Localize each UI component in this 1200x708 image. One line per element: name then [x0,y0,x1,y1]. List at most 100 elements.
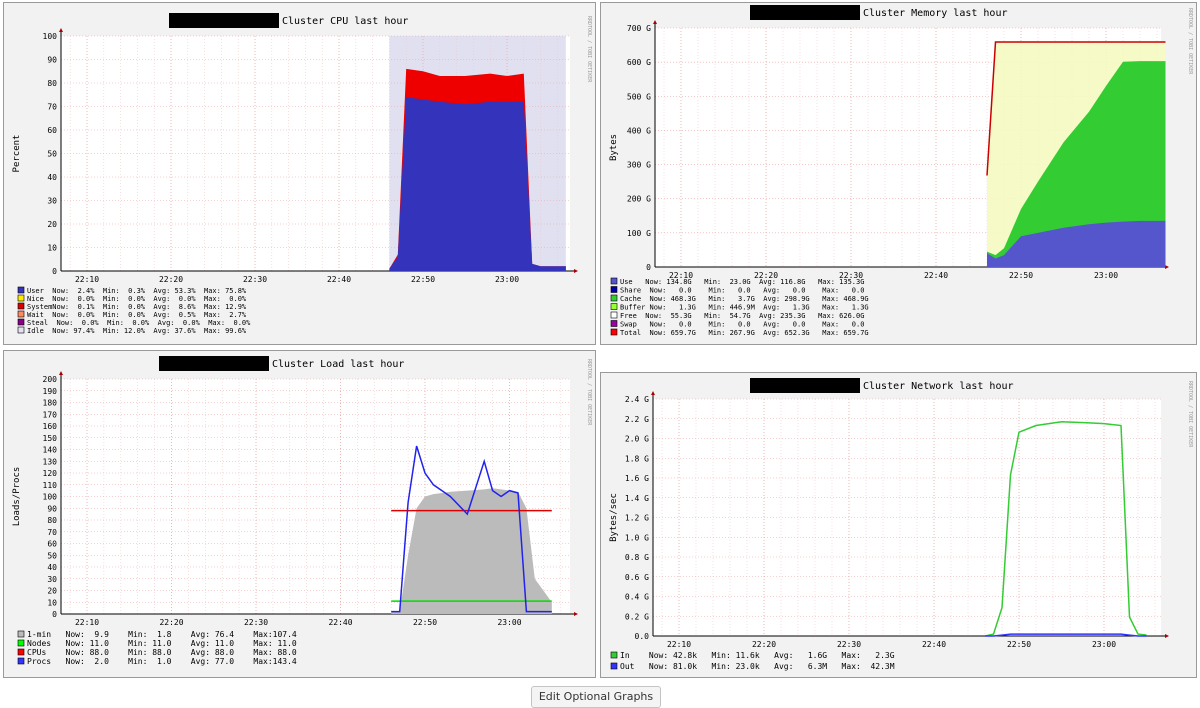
y-tick-label: 1.6 G [625,474,649,483]
legend-swatch [610,294,618,302]
x-tick-label: 22:30 [837,640,861,649]
y-tick-label: 60 [47,540,57,549]
legend-row: In Now: 42.8k Min: 11.6k Avg: 1.6G Max: … [620,651,895,660]
y-tick-label: 20 [47,587,57,596]
legend-row: Procs Now: 2.0 Min: 1.0 Avg: 77.0 Max:14… [27,657,297,666]
y-tick-label: 120 [43,469,58,478]
legend-row: Wait Now: 0.0% Min: 0.0% Avg: 0.5% Max: … [27,311,247,319]
x-tick-label: 22:20 [159,618,183,627]
network-graph-panel: Cluster Network last hour RRDTOOL / TOBI … [600,372,1197,678]
legend-swatch [17,326,25,334]
y-axis-arrow [651,391,655,395]
y-tick-label: 0.8 G [625,553,649,562]
y-tick-label: 90 [47,56,57,65]
x-tick-label: 22:50 [1009,271,1033,280]
y-tick-label: 190 [43,387,58,396]
y-tick-label: 300 G [627,161,651,170]
cpu-graph: Cluster CPU last hour RRDTOOL / TOBI OETI… [12,13,592,335]
y-tick-label: 0 [52,267,57,276]
legend-row: Share Now: 0.0 Min: 0.0 Avg: 0.0 Max: 0.… [620,287,864,295]
x-tick-label: 23:00 [1092,640,1116,649]
y-tick-label: 70 [47,103,57,112]
x-tick-label: 23:00 [1094,271,1118,280]
y-tick-label: 180 [43,399,58,408]
legend-swatch [17,318,25,326]
load-graph-panel: Cluster Load last hour RRDTOOL / TOBI OET… [3,350,596,678]
y-tick-label: 20 [47,220,57,229]
legend-row: Swap Now: 0.0 Min: 0.0 Avg: 0.0 Max: 0.0 [620,321,864,329]
redacted-box [169,13,279,28]
x-axis-arrow [1165,265,1169,269]
x-axis-arrow [1165,634,1169,638]
x-tick-label: 22:40 [327,275,351,284]
y-tick-label: 100 [43,493,58,502]
x-tick-label: 22:40 [328,618,352,627]
legend-row: Buffer Now: 1.3G Min: 446.9M Avg: 1.3G M… [620,304,869,312]
y-tick-label: 50 [47,150,57,159]
y-tick-label: 2.0 G [625,435,649,444]
y-tick-label: 0.2 G [625,612,649,621]
legend-swatch [17,630,25,638]
legend-swatch [610,286,618,293]
memory-graph-panel: Cluster Memory last hour RRDTOOL / TOBI O… [600,2,1197,345]
y-tick-label: 500 G [627,92,651,101]
x-tick-label: 22:50 [413,618,437,627]
legend-row: SystemNow: 0.1% Min: 0.0% Avg: 8.6% Max:… [27,303,247,311]
y-tick-label: 200 G [627,195,651,204]
legend-swatch [610,311,618,319]
redacted-box [159,356,269,371]
y-tick-label: 1.2 G [625,514,649,523]
x-tick-label: 22:10 [75,618,99,627]
y-tick-label: 80 [47,516,57,525]
legend-row: Total Now: 659.7G Min: 267.9G Avg: 652.3… [620,329,869,337]
legend-swatch [17,648,25,656]
x-tick-label: 22:20 [752,640,776,649]
legend-swatch [610,651,618,659]
y-tick-label: 170 [43,410,58,419]
legend-row: User Now: 2.4% Min: 0.3% Avg: 53.3% Max:… [27,287,247,295]
y-tick-label: 2.2 G [625,415,649,424]
memory-graph: Cluster Memory last hour RRDTOOL / TOBI O… [609,5,1193,337]
rrdtool-watermark: RRDTOOL / TOBI OETIKER [586,359,592,426]
y-tick-label: 160 [43,422,58,431]
load-graph: Cluster Load last hour RRDTOOL / TOBI OET… [12,356,592,666]
y-tick-label: 90 [47,504,57,513]
graph-title: Cluster Load last hour [272,359,404,370]
x-tick-label: 22:40 [924,271,948,280]
rrdtool-watermark: RRDTOOL / TOBI OETIKER [1187,8,1193,75]
edit-optional-graphs-button[interactable]: Edit Optional Graphs [531,686,661,708]
y-tick-label: 130 [43,457,58,466]
y-tick-label: 50 [47,551,57,560]
x-tick-label: 22:50 [1007,640,1031,649]
legend-swatch [17,286,25,294]
legend-swatch [17,294,25,302]
y-tick-label: 0.4 G [625,593,649,602]
x-axis-arrow [574,269,578,273]
y-tick-label: 1.0 G [625,533,649,542]
y-tick-label: 110 [43,481,58,490]
y-axis-label: Bytes/sec [609,493,619,542]
cpu-graph-panel: Cluster CPU last hour RRDTOOL / TOBI OETI… [3,2,596,345]
plot-area [653,399,1161,636]
y-tick-label: 10 [47,598,57,607]
y-tick-label: 400 G [627,126,651,135]
y-tick-label: 30 [47,197,57,206]
y-tick-label: 80 [47,79,57,88]
legend-swatch [610,320,618,327]
y-axis-label: Loads/Procs [12,467,22,527]
y-axis-label: Percent [12,135,22,173]
redacted-box [750,5,860,20]
y-axis-label: Bytes [609,134,619,161]
y-tick-label: 700 G [627,24,651,33]
legend-swatch [610,662,618,670]
graph-title: Cluster Network last hour [863,381,1014,392]
legend-row: Nice Now: 0.0% Min: 0.0% Avg: 0.0% Max: … [27,295,247,303]
x-tick-label: 23:00 [495,275,519,284]
x-tick-label: 22:30 [244,618,268,627]
rrdtool-watermark: RRDTOOL / TOBI OETIKER [586,16,592,83]
redacted-box [750,378,860,393]
y-tick-label: 40 [47,563,57,572]
y-tick-label: 60 [47,126,57,135]
y-axis-arrow [653,20,657,24]
legend-row: Free Now: 55.3G Min: 54.7G Avg: 235.3G M… [620,312,864,320]
